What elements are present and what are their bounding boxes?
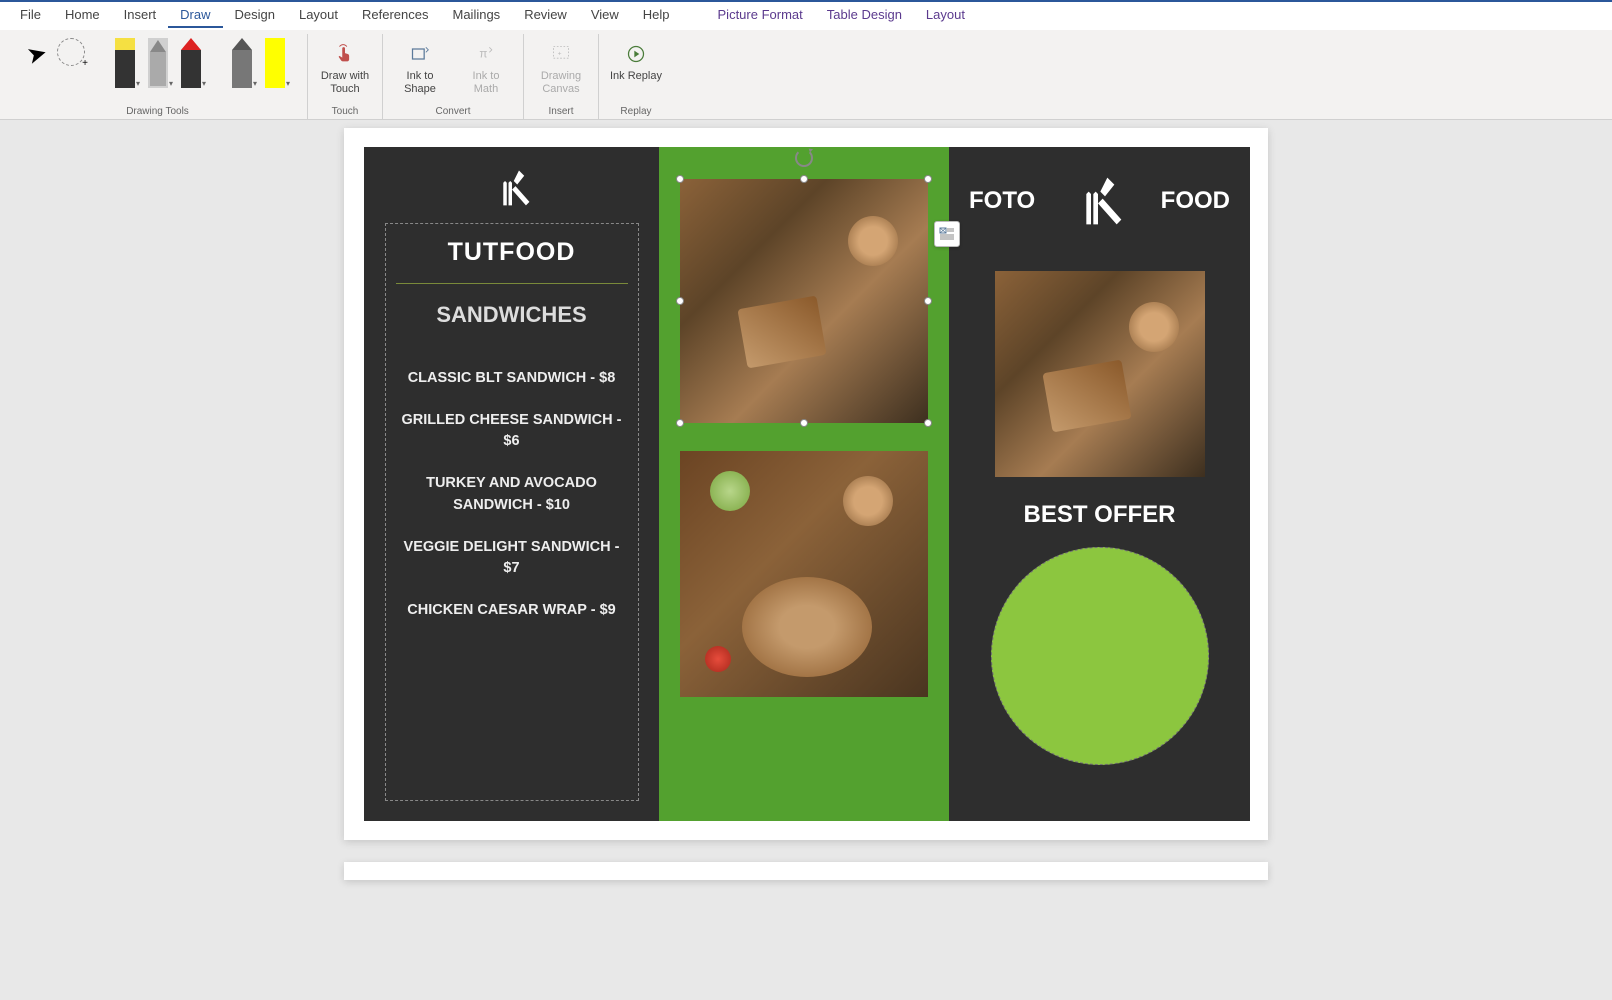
tab-references[interactable]: References: [350, 3, 440, 28]
select-tool[interactable]: ➤: [25, 38, 49, 70]
replay-icon: [624, 42, 648, 66]
resize-handle[interactable]: [924, 175, 932, 183]
layout-options-icon: [939, 227, 955, 241]
document-workspace[interactable]: TUTFOOD SANDWICHES CLASSIC BLT SANDWICH …: [0, 120, 1612, 1000]
ink-to-shape-button[interactable]: Ink to Shape: [391, 38, 449, 108]
brochure-layout: TUTFOOD SANDWICHES CLASSIC BLT SANDWICH …: [364, 147, 1250, 821]
tab-view[interactable]: View: [579, 3, 631, 28]
resize-handle[interactable]: [676, 175, 684, 183]
tab-layout-2[interactable]: Layout: [914, 3, 977, 28]
tab-picture-format[interactable]: Picture Format: [706, 3, 815, 28]
canvas-icon: +: [549, 42, 573, 66]
tab-insert[interactable]: Insert: [112, 3, 169, 28]
brochure-right-panel[interactable]: FOTO FOOD BEST OFFER: [949, 147, 1250, 821]
draw-touch-label: Draw with Touch: [318, 70, 372, 96]
lasso-tool[interactable]: [57, 38, 85, 66]
resize-handle[interactable]: [800, 419, 808, 427]
resize-handle[interactable]: [924, 297, 932, 305]
food-image-1[interactable]: [680, 179, 928, 423]
tab-help[interactable]: Help: [631, 3, 682, 28]
brochure-middle-panel[interactable]: [659, 147, 949, 821]
menu-item[interactable]: CHICKEN CAESAR WRAP - $9: [396, 600, 628, 622]
pen-gray[interactable]: [148, 38, 168, 88]
ink-shape-icon: [408, 42, 432, 66]
page-1[interactable]: TUTFOOD SANDWICHES CLASSIC BLT SANDWICH …: [344, 128, 1268, 840]
canvas-label: Drawing Canvas: [534, 70, 588, 96]
resize-handle[interactable]: [676, 419, 684, 427]
touch-icon: [333, 42, 357, 66]
svg-text:+: +: [558, 51, 562, 58]
group-touch-label: Touch: [332, 106, 359, 117]
selected-picture[interactable]: [680, 179, 928, 423]
fork-knife-icon: [491, 167, 533, 209]
menu-title[interactable]: TUTFOOD: [396, 238, 628, 267]
rotate-handle[interactable]: [795, 149, 813, 167]
brochure-left-panel[interactable]: TUTFOOD SANDWICHES CLASSIC BLT SANDWICH …: [364, 147, 659, 821]
tab-mailings[interactable]: Mailings: [441, 3, 513, 28]
ribbon-tabs: File Home Insert Draw Design Layout Refe…: [0, 2, 1612, 30]
pen-dark[interactable]: [232, 38, 252, 88]
menu-item[interactable]: TURKEY AND AVOCADO SANDWICH - $10: [396, 473, 628, 517]
ink-replay-button[interactable]: Ink Replay: [607, 38, 665, 108]
tab-table-design[interactable]: Table Design: [815, 3, 914, 28]
menu-item[interactable]: GRILLED CHEESE SANDWICH - $6: [396, 410, 628, 454]
drawing-canvas-button: + Drawing Canvas: [532, 38, 590, 108]
replay-label: Ink Replay: [610, 70, 662, 83]
resize-handle[interactable]: [800, 175, 808, 183]
draw-with-touch-button[interactable]: Draw with Touch: [316, 38, 374, 108]
highlighter-yellow[interactable]: [265, 38, 285, 88]
foto-label[interactable]: FOTO: [969, 187, 1035, 215]
food-image-3[interactable]: [995, 271, 1205, 477]
fork-knife-icon: [1070, 173, 1126, 229]
group-replay-label: Replay: [620, 106, 651, 117]
tab-layout[interactable]: Layout: [287, 3, 350, 28]
food-image-2[interactable]: [680, 451, 928, 697]
best-offer-label[interactable]: BEST OFFER: [1023, 501, 1175, 529]
menu-item[interactable]: CLASSIC BLT SANDWICH - $8: [396, 368, 628, 390]
resize-handle[interactable]: [676, 297, 684, 305]
pen-yellow-thin[interactable]: [115, 38, 135, 88]
menu-divider: [396, 283, 628, 284]
svg-text:π: π: [479, 47, 487, 60]
tab-review[interactable]: Review: [512, 3, 579, 28]
food-label[interactable]: FOOD: [1161, 187, 1230, 215]
layout-options-button[interactable]: [934, 221, 960, 247]
page-2-top[interactable]: [344, 862, 1268, 880]
group-drawing-tools-label: Drawing Tools: [126, 106, 189, 117]
menu-subtitle[interactable]: SANDWICHES: [396, 302, 628, 328]
tab-draw[interactable]: Draw: [168, 3, 222, 28]
tab-home[interactable]: Home: [53, 3, 112, 28]
ink-to-math-button: π Ink to Math: [457, 38, 515, 108]
group-insert-label: Insert: [548, 106, 573, 117]
offer-circle[interactable]: [991, 547, 1209, 765]
resize-handle[interactable]: [924, 419, 932, 427]
ink-shape-label: Ink to Shape: [393, 70, 447, 96]
menu-item[interactable]: VEGGIE DELIGHT SANDWICH - $7: [396, 537, 628, 581]
tab-design[interactable]: Design: [223, 3, 287, 28]
ribbon-content: ➤ ▾ ▾ ▾: [0, 30, 1612, 120]
group-convert-label: Convert: [435, 106, 470, 117]
pen-red[interactable]: [181, 38, 201, 88]
menu-box[interactable]: TUTFOOD SANDWICHES CLASSIC BLT SANDWICH …: [385, 223, 639, 801]
ink-math-icon: π: [474, 42, 498, 66]
ink-math-label: Ink to Math: [459, 70, 513, 96]
tab-file[interactable]: File: [8, 3, 53, 28]
